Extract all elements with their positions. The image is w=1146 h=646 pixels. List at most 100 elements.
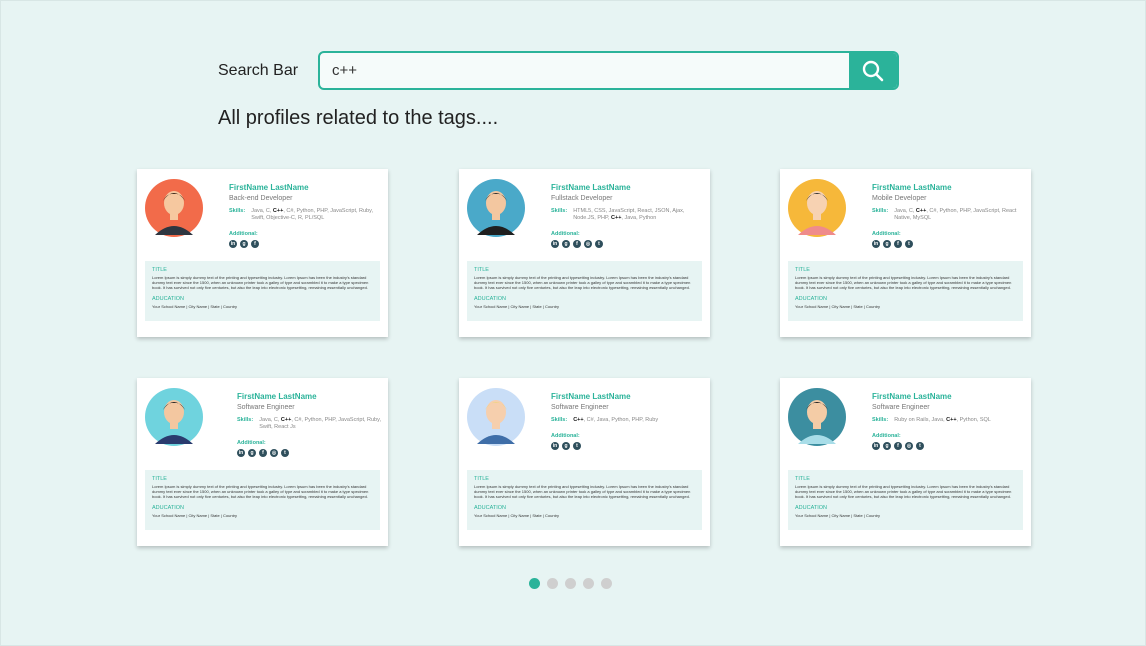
social-links: in g f ◎ t	[551, 240, 703, 248]
profile-card[interactable]: FirstName LastName Software Engineer Ski…	[459, 378, 710, 546]
pagination-dot-3[interactable]	[565, 578, 576, 589]
github-icon[interactable]: g	[240, 240, 248, 248]
search-button[interactable]	[849, 53, 897, 88]
instagram-icon[interactable]: ◎	[270, 449, 278, 457]
detail-description: Lorem Ipsum is simply dummy text of the …	[152, 275, 369, 290]
facebook-icon[interactable]: f	[251, 240, 259, 248]
profile-card[interactable]: FirstName LastName Software Engineer Ski…	[780, 378, 1031, 546]
skills-before: Java, C,	[894, 208, 916, 214]
detail-title: TITLE	[152, 476, 167, 482]
profile-card[interactable]: FirstName LastName Fullstack Developer S…	[459, 169, 710, 337]
profile-card[interactable]: FirstName LastName Software Engineer Ski…	[137, 378, 388, 546]
skills-list: Java, C, C++, C#, Python, PHP, JavaScrip…	[894, 208, 1024, 222]
detail-description: Lorem Ipsum is simply dummy text of the …	[474, 484, 691, 499]
github-icon[interactable]: g	[883, 240, 891, 248]
avatar	[788, 388, 846, 446]
linkedin-icon[interactable]: in	[551, 442, 559, 450]
avatar	[145, 179, 203, 237]
additional-label: Additional:	[872, 433, 901, 439]
profile-detail: TITLE Lorem Ipsum is simply dummy text o…	[788, 470, 1023, 530]
detail-description: Lorem Ipsum is simply dummy text of the …	[795, 275, 1012, 290]
skills-label: Skills:	[551, 208, 568, 214]
instagram-icon[interactable]: ◎	[584, 240, 592, 248]
profile-detail: TITLE Lorem Ipsum is simply dummy text o…	[467, 261, 702, 321]
facebook-icon[interactable]: f	[894, 240, 902, 248]
profile-role: Software Engineer	[551, 404, 609, 411]
skills-row: Skills: Java, C, C++, C#, Python, PHP, J…	[229, 208, 381, 222]
education-label: ADUCATION	[474, 296, 506, 302]
linkedin-icon[interactable]: in	[872, 240, 880, 248]
search-bar: Search Bar	[218, 51, 899, 90]
skills-list: Ruby on Rails, Java, C++, Python, SQL	[894, 417, 991, 424]
profile-name[interactable]: FirstName LastName	[872, 392, 1024, 401]
detail-title: TITLE	[795, 267, 810, 273]
pagination	[529, 578, 612, 589]
linkedin-icon[interactable]: in	[551, 240, 559, 248]
skills-list: Java, C, C++, C#, Python, PHP, JavaScrip…	[251, 208, 381, 222]
detail-title: TITLE	[152, 267, 167, 273]
skills-row: Skills: Java, C, C++, C#, Python, PHP, J…	[872, 208, 1024, 222]
skills-label: Skills:	[229, 208, 246, 214]
skills-list: HTML5, CSS, JavaScript, React, JSON, Aja…	[573, 208, 703, 222]
skills-after: , C#, Java, Python, PHP, Ruby	[583, 417, 659, 423]
profile-name[interactable]: FirstName LastName	[237, 392, 389, 401]
additional-label: Additional:	[551, 433, 580, 439]
github-icon[interactable]: g	[883, 442, 891, 450]
pagination-dot-1[interactable]	[529, 578, 540, 589]
facebook-icon[interactable]: f	[573, 240, 581, 248]
search-box	[318, 51, 899, 90]
school-info: Your School Name | City Name | State | C…	[795, 304, 881, 309]
profile-role: Software Engineer	[237, 404, 295, 411]
instagram-icon[interactable]: ◎	[905, 442, 913, 450]
search-icon	[862, 60, 884, 81]
avatar	[788, 179, 846, 237]
skills-list: C++, C#, Java, Python, PHP, Ruby	[573, 417, 658, 424]
social-links: in g f ◎ t	[872, 442, 1024, 450]
skills-after: , Java, Python	[621, 215, 657, 221]
matched-skill: C++	[573, 417, 584, 423]
detail-description: Lorem Ipsum is simply dummy text of the …	[474, 275, 691, 290]
linkedin-icon[interactable]: in	[237, 449, 245, 457]
github-icon[interactable]: g	[248, 449, 256, 457]
pagination-dot-5[interactable]	[601, 578, 612, 589]
education-label: ADUCATION	[795, 505, 827, 511]
twitter-icon[interactable]: t	[281, 449, 289, 457]
search-label: Search Bar	[218, 61, 299, 79]
avatar	[145, 388, 203, 446]
detail-title: TITLE	[474, 267, 489, 273]
facebook-icon[interactable]: f	[894, 442, 902, 450]
school-info: Your School Name | City Name | State | C…	[474, 513, 560, 518]
additional-label: Additional:	[872, 231, 901, 237]
school-info: Your School Name | City Name | State | C…	[152, 513, 238, 518]
twitter-icon[interactable]: t	[916, 442, 924, 450]
social-links: in g f ◎ t	[237, 449, 389, 457]
skills-after: , Python, SQL	[956, 417, 991, 423]
pagination-dot-4[interactable]	[583, 578, 594, 589]
twitter-icon[interactable]: t	[595, 240, 603, 248]
profile-name[interactable]: FirstName LastName	[551, 183, 703, 192]
school-info: Your School Name | City Name | State | C…	[474, 304, 560, 309]
education-label: ADUCATION	[795, 296, 827, 302]
profile-role: Fullstack Developer	[551, 195, 613, 202]
pagination-dot-2[interactable]	[547, 578, 558, 589]
search-input[interactable]	[320, 53, 849, 88]
profile-name[interactable]: FirstName LastName	[872, 183, 1024, 192]
facebook-icon[interactable]: f	[259, 449, 267, 457]
profile-role: Software Engineer	[872, 404, 930, 411]
twitter-icon[interactable]: t	[905, 240, 913, 248]
github-icon[interactable]: g	[562, 240, 570, 248]
profile-name[interactable]: FirstName LastName	[551, 392, 703, 401]
profile-detail: TITLE Lorem Ipsum is simply dummy text o…	[467, 470, 702, 530]
profile-name[interactable]: FirstName LastName	[229, 183, 381, 192]
education-label: ADUCATION	[152, 505, 184, 511]
linkedin-icon[interactable]: in	[872, 442, 880, 450]
profile-card[interactable]: FirstName LastName Back-end Developer Sk…	[137, 169, 388, 337]
skills-list: Java, C, C++, C#, Python, PHP, JavaScrip…	[259, 417, 389, 431]
twitter-icon[interactable]: t	[573, 442, 581, 450]
github-icon[interactable]: g	[562, 442, 570, 450]
social-links: in g f t	[872, 240, 1024, 248]
skills-before: Java, C,	[251, 208, 273, 214]
linkedin-icon[interactable]: in	[229, 240, 237, 248]
matched-skill: C++	[272, 208, 284, 214]
profile-card[interactable]: FirstName LastName Mobile Developer Skil…	[780, 169, 1031, 337]
